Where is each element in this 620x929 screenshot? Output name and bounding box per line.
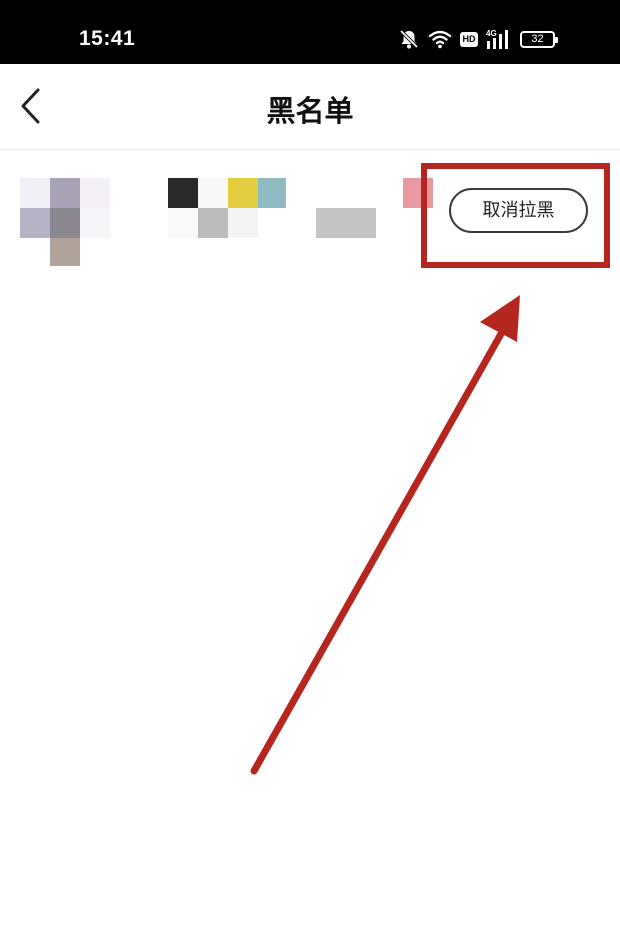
blacklist-page: 15:41 HD 4G 32 黑名单 取消拉黑 xyxy=(0,0,620,929)
annotation-arrow-icon xyxy=(250,295,520,775)
